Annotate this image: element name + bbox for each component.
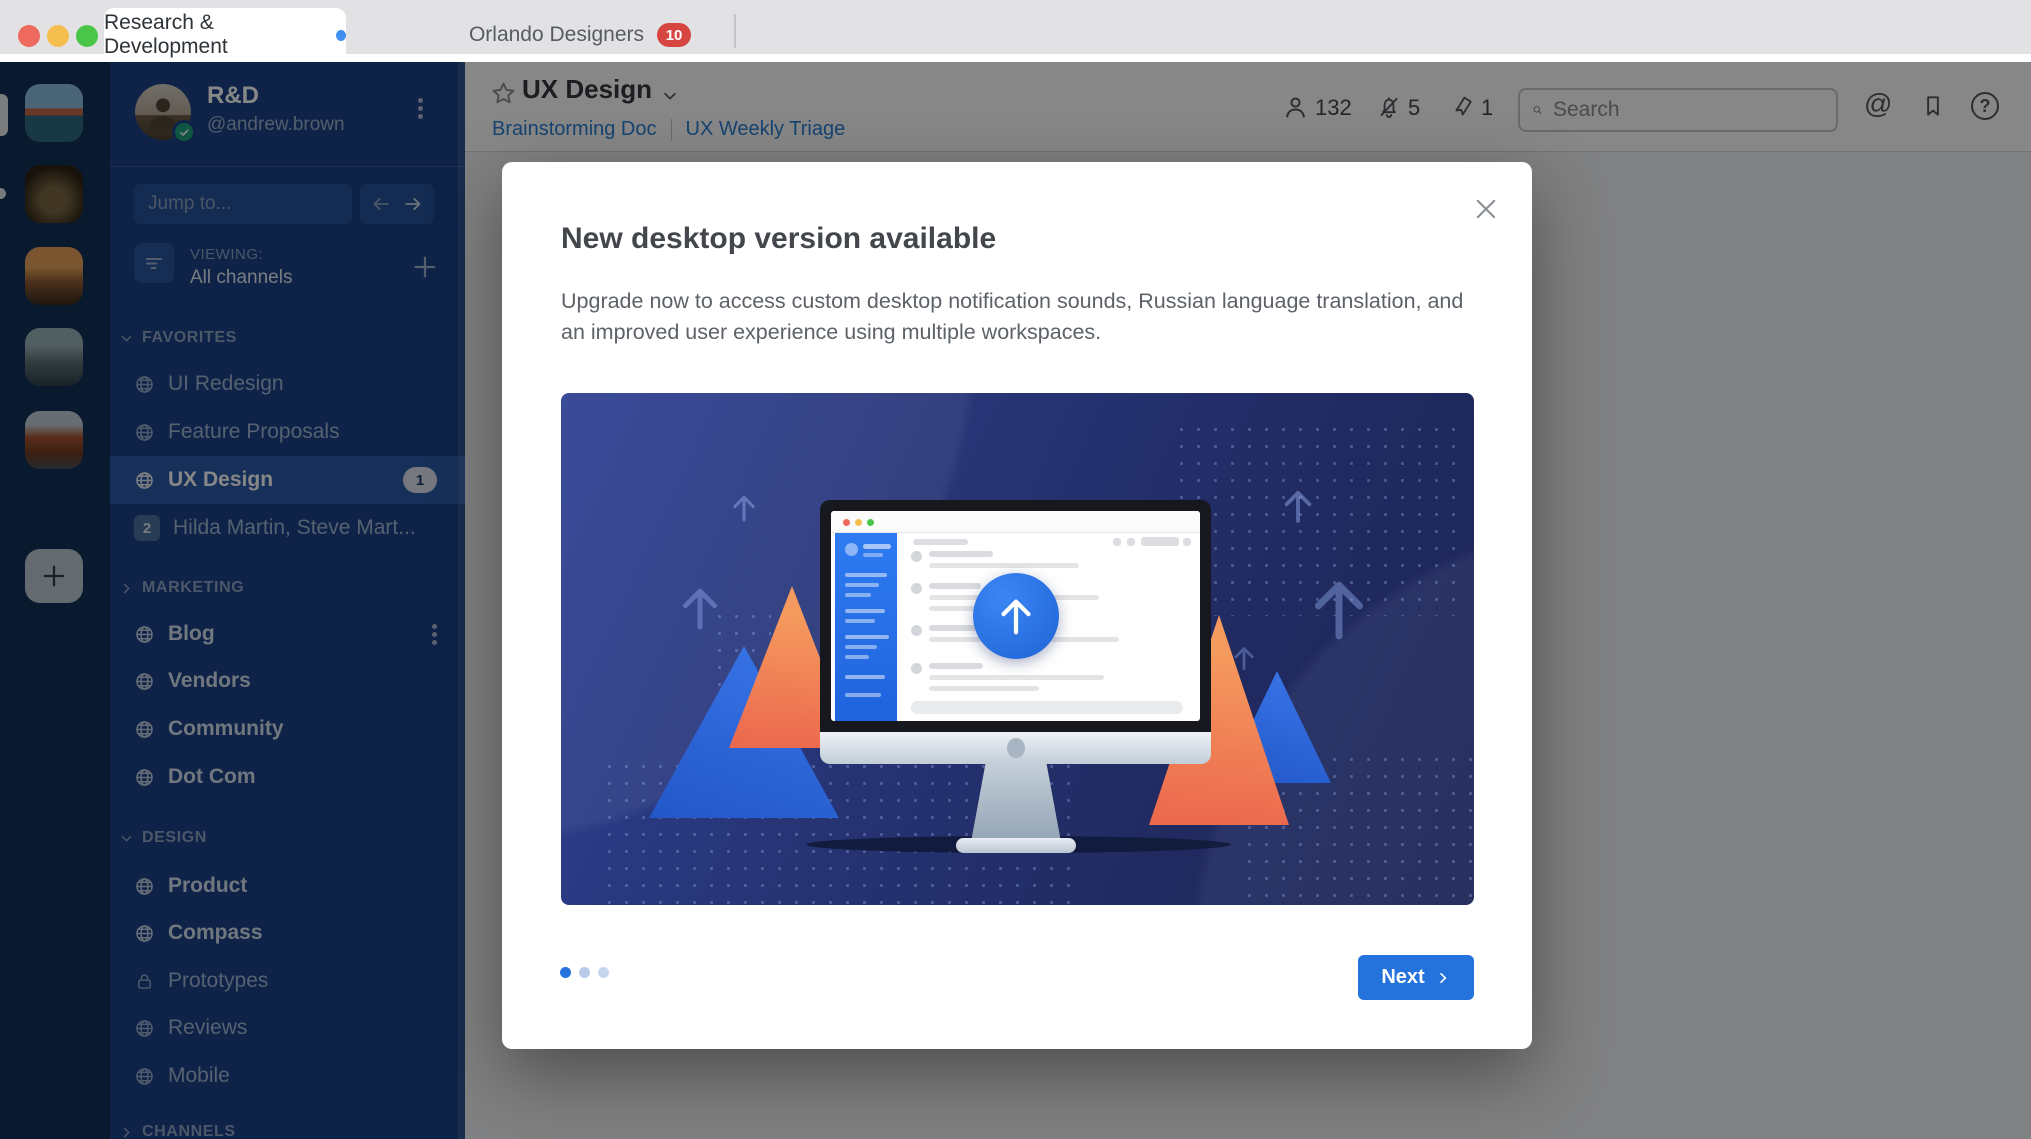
app-window: Research & Development Orlando Designers… <box>0 0 2031 1139</box>
tab-unread-badge: 10 <box>657 23 692 47</box>
monitor-stand-neck <box>971 764 1061 842</box>
carousel-dot[interactable] <box>598 967 609 978</box>
tab-divider <box>734 14 736 48</box>
tab-label: Orlando Designers <box>468 23 645 46</box>
unread-dot-icon <box>335 29 346 41</box>
monitor-screen <box>831 511 1200 721</box>
modal-body-text: Upgrade now to access custom desktop not… <box>561 289 1464 344</box>
tab-orlando-designers[interactable]: Orlando Designers 10 <box>430 8 730 62</box>
traffic-light-minimize-icon[interactable] <box>47 25 69 47</box>
carousel-dot-active[interactable] <box>560 967 571 978</box>
up-arrow-icon <box>1301 571 1377 647</box>
mock-browser-bar <box>831 511 1200 533</box>
carousel-dot[interactable] <box>579 967 590 978</box>
os-tab-bar: Research & Development Orlando Designers… <box>0 0 2031 62</box>
upgrade-illustration <box>561 393 1474 905</box>
mock-app-sidebar <box>835 533 897 721</box>
monitor-logo-dot <box>1007 738 1025 758</box>
up-arrow-icon <box>1277 485 1319 527</box>
modal-title: New desktop version available <box>561 222 997 255</box>
tab-label: Research & Development <box>104 11 228 58</box>
up-arrow-icon <box>673 581 727 635</box>
up-arrow-icon <box>727 491 761 525</box>
next-button-label: Next <box>1381 966 1425 988</box>
chevron-right-icon <box>1435 970 1451 986</box>
traffic-light-zoom-icon[interactable] <box>76 25 98 47</box>
next-button[interactable]: Next <box>1358 955 1474 1000</box>
tab-research-and-development[interactable]: Research & Development <box>104 8 346 62</box>
monitor-stand-base <box>956 838 1076 853</box>
upgrade-modal: New desktop version available Upgrade no… <box>502 162 1532 1049</box>
close-icon[interactable] <box>1472 195 1500 223</box>
up-arrow-icon <box>993 593 1039 639</box>
traffic-light-close-icon[interactable] <box>18 25 40 47</box>
carousel-dots <box>560 967 609 978</box>
upload-circle-icon <box>973 573 1059 659</box>
